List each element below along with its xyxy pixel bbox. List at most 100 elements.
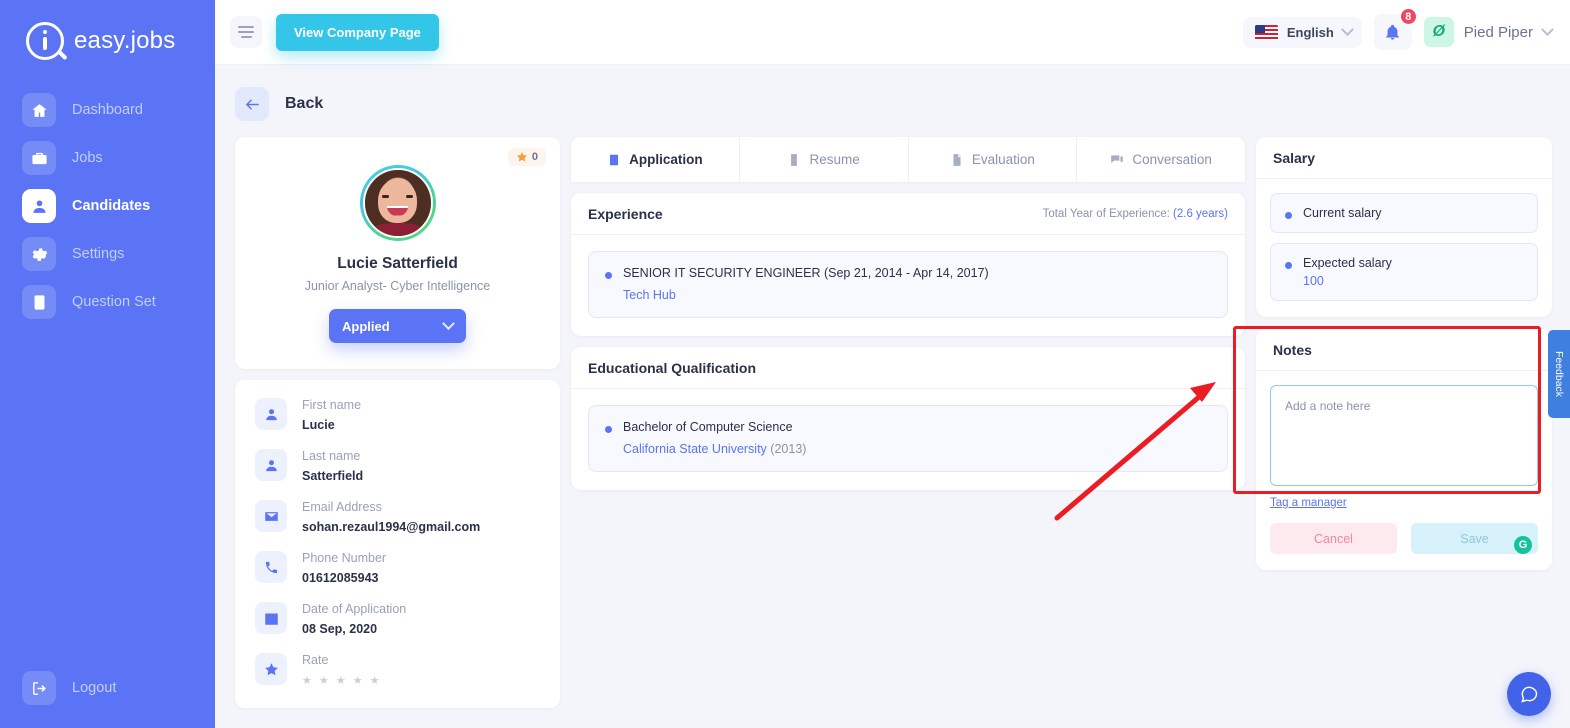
app-root: easy.jobs Dashboard Jobs Candidates Sett… <box>0 0 1570 728</box>
notes-header: Notes <box>1256 329 1552 371</box>
rating-badge: 0 <box>507 148 546 166</box>
candidate-role: Junior Analyst- Cyber Intelligence <box>304 279 491 293</box>
sidebar-item-logout[interactable]: Logout <box>0 664 215 712</box>
education-section: Educational Qualification Bachelor of Co… <box>571 347 1245 490</box>
tab-label: Application <box>629 152 703 167</box>
education-item: Bachelor of Computer Science California … <box>588 405 1228 472</box>
gear-icon <box>22 237 56 271</box>
rate-stars[interactable]: ★ ★ ★ ★ ★ <box>302 674 382 687</box>
status-label: Applied <box>342 318 390 334</box>
experience-total: Total Year of Experience: (2.6 years) <box>1043 208 1228 220</box>
status-dropdown[interactable]: Applied <box>329 309 466 343</box>
education-year: (2013) <box>770 442 807 456</box>
salary-item-current: Current salary <box>1270 193 1538 233</box>
avatar: Ø <box>1423 17 1454 47</box>
detail-value: Lucie <box>302 418 335 432</box>
brand-logo[interactable]: easy.jobs <box>0 0 215 60</box>
phone-icon <box>255 551 287 583</box>
bell-icon <box>1386 24 1400 40</box>
detail-value: Satterfield <box>302 469 364 483</box>
content-grid: 0 Lucie Satterfield Junior Analyst- Cybe… <box>215 121 1570 708</box>
sidebar-item-label: Question Set <box>72 294 156 310</box>
sidebar-item-settings[interactable]: Settings <box>0 230 215 278</box>
bullet-icon <box>1285 262 1292 269</box>
resume-icon <box>791 153 798 166</box>
notifications-button[interactable]: 8 <box>1373 7 1418 50</box>
section-title: Salary <box>1273 149 1316 166</box>
grammarly-icon[interactable]: G <box>1514 536 1532 554</box>
feedback-tab[interactable]: Feedback <box>1548 330 1570 418</box>
note-input[interactable] <box>1270 385 1538 486</box>
right-column: Salary Current salary Expected salary 10… <box>1256 137 1552 570</box>
detail-label: Rate <box>302 653 329 667</box>
chevron-down-icon <box>1340 22 1354 36</box>
tab-label: Evaluation <box>971 152 1035 167</box>
logout-section: Logout <box>0 664 215 712</box>
user-menu[interactable]: Ø Pied Piper <box>1423 17 1554 47</box>
tab-application[interactable]: Application <box>571 137 740 182</box>
tab-conversation[interactable]: Conversation <box>1077 137 1245 182</box>
hamburger-icon[interactable] <box>230 16 262 48</box>
tab-evaluation[interactable]: Evaluation <box>909 137 1078 182</box>
experience-total-label: Total Year of Experience: <box>1042 207 1170 220</box>
education-header: Educational Qualification <box>571 347 1245 389</box>
magnifier-logo-icon <box>26 22 64 60</box>
education-body: Bachelor of Computer Science California … <box>571 389 1245 490</box>
candidate-name: Lucie Satterfield <box>337 255 458 272</box>
experience-company[interactable]: Tech Hub <box>623 288 1211 302</box>
main-area: View Company Page English 8 Ø Pied Piper <box>215 0 1570 728</box>
candidate-details-card: First name Lucie Last name Satterfield E… <box>235 380 560 708</box>
sidebar: easy.jobs Dashboard Jobs Candidates Sett… <box>0 0 215 728</box>
detail-row-first-name: First name Lucie <box>255 398 560 432</box>
tab-resume[interactable]: Resume <box>740 137 909 182</box>
feedback-label: Feedback <box>1553 350 1565 398</box>
section-title: Educational Qualification <box>588 359 757 376</box>
cancel-button[interactable]: Cancel <box>1270 523 1397 554</box>
notes-card: Notes G Tag a manager Cancel Save <box>1256 329 1552 570</box>
chevron-down-icon <box>1541 22 1554 36</box>
detail-row-phone: Phone Number 01612085943 <box>255 551 560 585</box>
sidebar-item-candidates[interactable]: Candidates <box>0 182 215 230</box>
salary-card: Salary Current salary Expected salary 10… <box>1256 137 1552 317</box>
sidebar-item-label: Settings <box>72 246 125 262</box>
tab-label: Conversation <box>1132 152 1212 167</box>
detail-label: First name <box>302 398 362 412</box>
experience-body: SENIOR IT SECURITY ENGINEER (Sep 21, 201… <box>571 235 1245 336</box>
left-column: 0 Lucie Satterfield Junior Analyst- Cybe… <box>235 137 560 708</box>
sidebar-item-dashboard[interactable]: Dashboard <box>0 86 215 134</box>
tag-a-manager-link[interactable]: Tag a manager <box>1270 497 1347 509</box>
language-selector[interactable]: English <box>1242 16 1362 48</box>
detail-row-email: Email Address sohan.rezaul1994@gmail.com <box>255 500 560 534</box>
experience-header: Experience Total Year of Experience: (2.… <box>571 193 1245 235</box>
notes-body: G <box>1256 371 1552 554</box>
envelope-icon <box>255 500 287 532</box>
home-icon <box>22 93 56 127</box>
section-title: Notes <box>1273 341 1312 358</box>
chat-button[interactable] <box>1507 672 1551 716</box>
star-icon <box>255 653 287 685</box>
salary-item-expected: Expected salary 100 <box>1270 243 1538 301</box>
language-value: English <box>1286 24 1334 40</box>
notification-badge: 8 <box>1398 7 1418 26</box>
sidebar-item-jobs[interactable]: Jobs <box>0 134 215 182</box>
candidate-photo <box>362 168 433 238</box>
view-company-page-button[interactable]: View Company Page <box>276 13 439 51</box>
topbar: View Company Page English 8 Ø Pied Piper <box>215 0 1570 65</box>
detail-value: 01612085943 <box>302 571 379 585</box>
detail-row-rate: Rate ★ ★ ★ ★ ★ <box>255 653 560 687</box>
sidebar-item-label: Logout <box>72 680 117 696</box>
tab-bar: Application Resume Evaluation Conversati… <box>571 137 1245 182</box>
bullet-icon <box>605 272 612 279</box>
rating-value: 0 <box>531 151 538 163</box>
education-school[interactable]: California State University <box>623 442 767 456</box>
sidebar-item-question-set[interactable]: Question Set <box>0 278 215 326</box>
detail-label: Last name <box>302 449 361 463</box>
chat-bubble-icon <box>1521 686 1538 703</box>
evaluation-icon <box>953 153 961 166</box>
tab-label: Resume <box>809 152 860 167</box>
middle-column: Application Resume Evaluation Conversati… <box>571 137 1245 490</box>
note-actions: Cancel Save <box>1256 511 1552 570</box>
detail-label: Email Address <box>302 500 382 514</box>
back-button[interactable] <box>235 87 269 121</box>
education-school-line: California State University (2013) <box>623 442 1211 456</box>
